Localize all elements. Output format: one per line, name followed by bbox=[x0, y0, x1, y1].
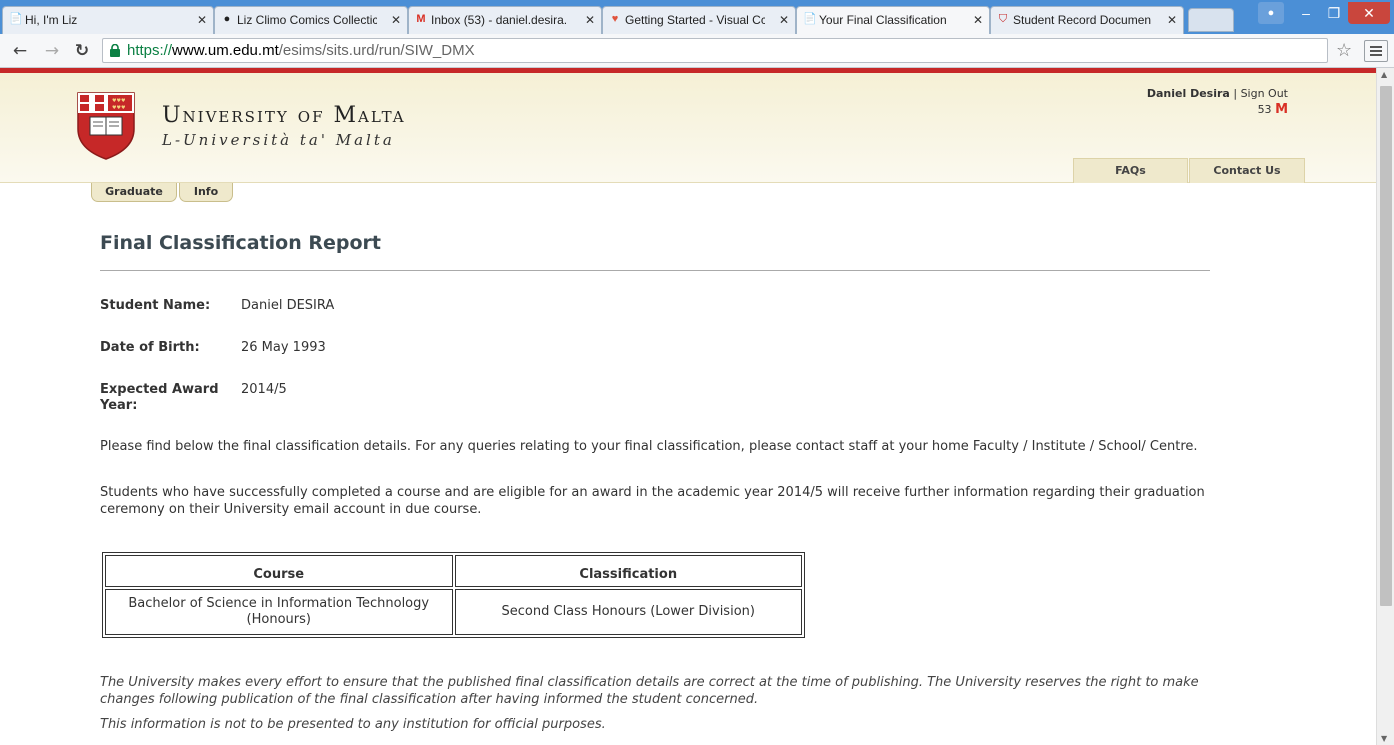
browser-tab-strip: 📄 Hi, I'm Liz ✕ ● Liz Climo Comics Colle… bbox=[0, 0, 1394, 34]
field-value: 26 May 1993 bbox=[241, 340, 326, 355]
bookmark-star-icon[interactable]: ☆ bbox=[1336, 40, 1352, 61]
tab-title: Your Final Classification bbox=[819, 13, 947, 27]
close-window-icon[interactable]: ✕ bbox=[1348, 2, 1390, 24]
page-title: Final Classification Report bbox=[100, 232, 381, 254]
browser-tab[interactable]: ● Liz Climo Comics Collectic ✕ bbox=[214, 6, 408, 34]
svg-text:♥♥♥: ♥♥♥ bbox=[112, 98, 126, 104]
mail-count-value: 53 bbox=[1257, 103, 1272, 116]
gmail-icon: M bbox=[1275, 102, 1288, 117]
page-viewport: ♥♥♥ ♥♥♥ University of Malta L-Università… bbox=[0, 68, 1376, 745]
browser-tab[interactable]: M Inbox (53) - daniel.desira. ✕ bbox=[408, 6, 602, 34]
tab-title: Student Record Documen bbox=[1013, 13, 1152, 27]
maximize-icon[interactable]: ❐ bbox=[1320, 2, 1348, 24]
tumblr-icon: ● bbox=[223, 13, 231, 25]
table-row: Bachelor of Science in Information Techn… bbox=[105, 589, 802, 635]
tab-title: Inbox (53) - daniel.desira. bbox=[431, 13, 568, 27]
scroll-up-icon[interactable]: ▲ bbox=[1381, 70, 1387, 79]
gmail-icon: M bbox=[416, 13, 426, 25]
separator: | bbox=[1233, 87, 1238, 100]
page-icon: 📄 bbox=[9, 13, 23, 25]
tab-graduate[interactable]: Graduate bbox=[91, 183, 177, 202]
close-icon[interactable]: ✕ bbox=[585, 7, 595, 33]
close-icon[interactable]: ✕ bbox=[197, 7, 207, 33]
heart-icon: ♥ bbox=[611, 13, 619, 25]
browser-toolbar: ← → ↻ https://www.um.edu.mt/esims/sits.u… bbox=[0, 34, 1394, 68]
vertical-scrollbar[interactable]: ▲ ▼ bbox=[1376, 68, 1394, 745]
reload-icon[interactable]: ↻ bbox=[72, 42, 92, 62]
course-cell: Bachelor of Science in Information Techn… bbox=[105, 589, 453, 635]
url-path: /esims/sits.urd/run/SIW_DMX bbox=[278, 42, 475, 59]
scrollbar-thumb[interactable] bbox=[1380, 86, 1392, 606]
crest-icon: ⛉ bbox=[998, 13, 1008, 25]
graduation-paragraph: Students who have successfully completed… bbox=[100, 485, 1205, 517]
official-use-note: This information is not to be presented … bbox=[100, 717, 606, 732]
browser-tab[interactable]: ⛉ Student Record Documen ✕ bbox=[990, 6, 1184, 34]
scroll-down-icon[interactable]: ▼ bbox=[1381, 734, 1387, 743]
user-name: Daniel Desira bbox=[1146, 87, 1230, 100]
close-icon[interactable]: ✕ bbox=[779, 7, 789, 33]
university-crest-logo: ♥♥♥ ♥♥♥ bbox=[77, 92, 135, 160]
tab-title: Hi, I'm Liz bbox=[25, 13, 78, 27]
mail-count[interactable]: 53 M bbox=[1258, 103, 1288, 117]
tab-title: Getting Started - Visual Cc bbox=[625, 13, 765, 27]
field-label: Date of Birth: bbox=[100, 340, 200, 355]
url-host: www.um.edu.mt bbox=[172, 42, 279, 59]
new-tab-button[interactable] bbox=[1188, 8, 1234, 32]
classification-table: Course Classification Bachelor of Scienc… bbox=[102, 552, 805, 638]
browser-tab-active[interactable]: 📄 Your Final Classification ✕ bbox=[796, 6, 990, 34]
user-icon[interactable]: ● bbox=[1258, 2, 1284, 24]
close-icon[interactable]: ✕ bbox=[1167, 7, 1177, 33]
field-label: Student Name: bbox=[100, 298, 211, 313]
tab-title: Liz Climo Comics Collectic bbox=[237, 13, 377, 27]
title-divider bbox=[100, 270, 1210, 271]
browser-tab[interactable]: ♥ Getting Started - Visual Cc ✕ bbox=[602, 6, 796, 34]
column-header-course: Course bbox=[105, 555, 453, 587]
university-subtitle: L-Università ta' Malta bbox=[162, 131, 395, 149]
forward-icon[interactable]: → bbox=[42, 42, 62, 62]
contact-us-link[interactable]: Contact Us bbox=[1189, 158, 1305, 183]
disclaimer-paragraph: The University makes every effort to ens… bbox=[100, 675, 1199, 707]
intro-paragraph: Please find below the final classificati… bbox=[100, 439, 1198, 454]
address-bar[interactable]: https://www.um.edu.mt/esims/sits.urd/run… bbox=[102, 38, 1328, 63]
close-icon[interactable]: ✕ bbox=[391, 7, 401, 33]
close-icon[interactable]: ✕ bbox=[973, 7, 983, 33]
menu-icon[interactable] bbox=[1364, 40, 1388, 62]
page-icon: 📄 bbox=[803, 13, 817, 25]
lock-icon bbox=[110, 44, 120, 57]
classification-cell: Second Class Honours (Lower Division) bbox=[454, 589, 802, 635]
svg-text:♥♥♥: ♥♥♥ bbox=[112, 105, 126, 111]
minimize-icon[interactable]: – bbox=[1292, 2, 1320, 24]
field-label: Expected Award Year: bbox=[100, 382, 219, 413]
faqs-link[interactable]: FAQs bbox=[1073, 158, 1188, 183]
browser-tab[interactable]: 📄 Hi, I'm Liz ✕ bbox=[2, 6, 214, 34]
field-value: Daniel DESIRA bbox=[241, 298, 335, 313]
field-value: 2014/5 bbox=[241, 382, 287, 397]
user-area: Daniel Desira | Sign Out 53 M bbox=[1147, 87, 1288, 117]
url-scheme: https:// bbox=[127, 42, 173, 59]
masthead: ♥♥♥ ♥♥♥ University of Malta L-Università… bbox=[0, 73, 1376, 183]
sign-out-link[interactable]: Sign Out bbox=[1241, 87, 1288, 100]
table-header-row: Course Classification bbox=[105, 555, 802, 587]
tab-info[interactable]: Info bbox=[179, 183, 233, 202]
column-header-classification: Classification bbox=[454, 555, 802, 587]
back-icon[interactable]: ← bbox=[10, 42, 30, 62]
university-name: University of Malta bbox=[162, 103, 406, 128]
